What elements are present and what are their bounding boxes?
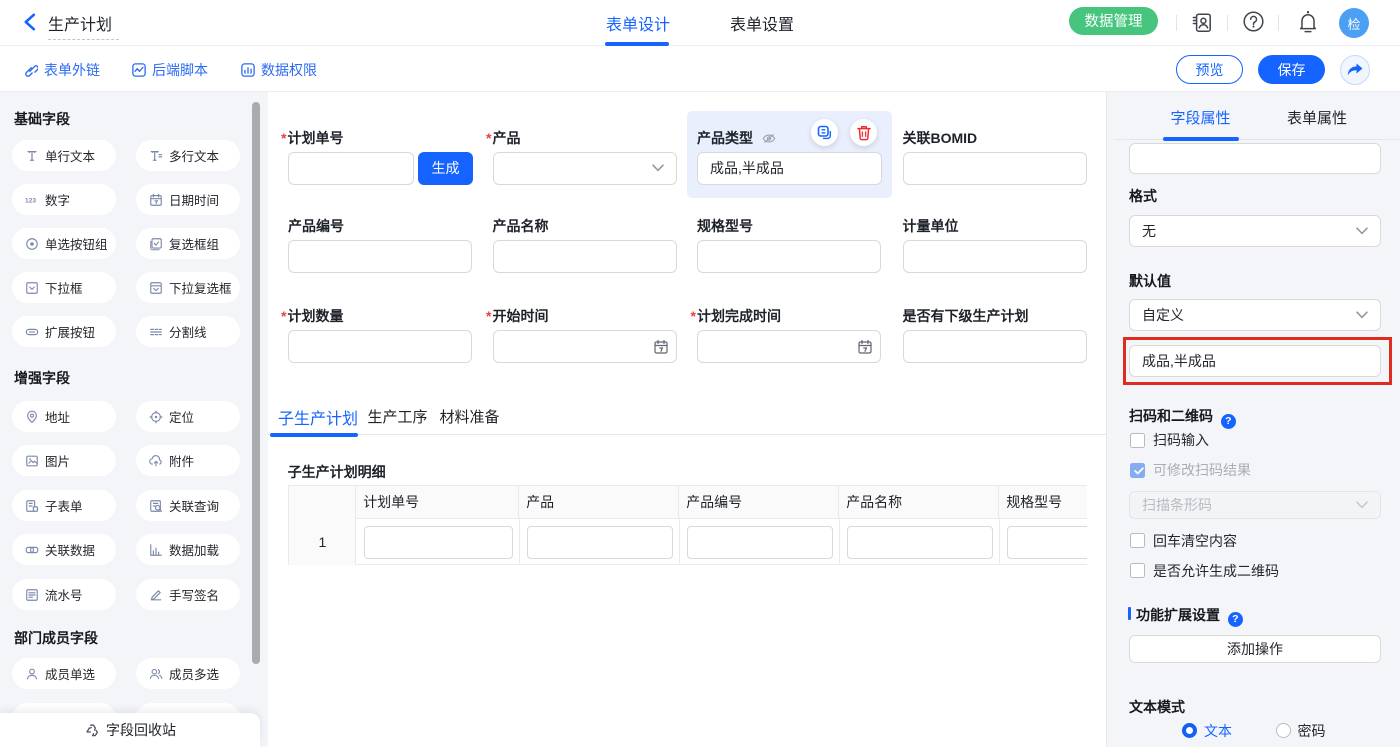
svg-text:123: 123 xyxy=(25,197,36,204)
